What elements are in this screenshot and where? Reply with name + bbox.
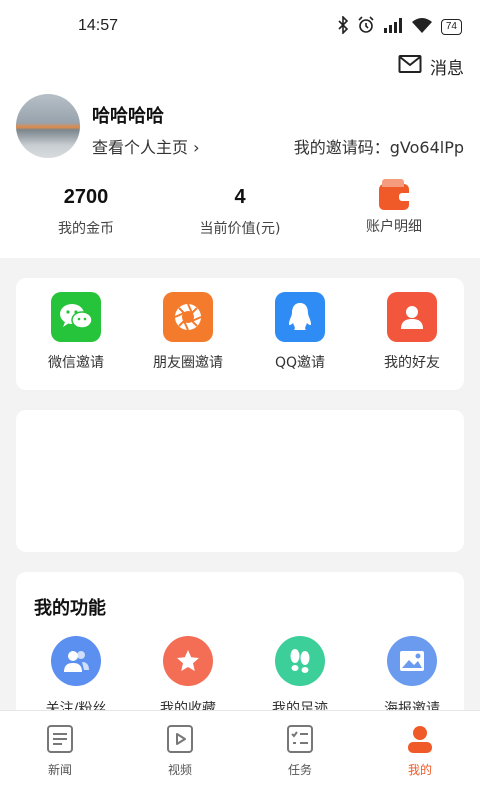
- tab-tasks[interactable]: 任务: [240, 723, 360, 778]
- tab-me[interactable]: 我的: [360, 723, 480, 778]
- function-poster-invite[interactable]: 海报邀请: [356, 636, 468, 718]
- coins-value: 2700: [63, 186, 109, 208]
- task-icon: [284, 723, 316, 755]
- tab-video[interactable]: 视频: [120, 723, 240, 778]
- user-name: 哈哈哈哈: [92, 106, 164, 127]
- wifi-icon: [411, 17, 433, 37]
- current-value: 4: [234, 186, 246, 208]
- followers-icon: [51, 636, 101, 686]
- tab-me-label: 我的: [407, 763, 432, 777]
- function-favorites[interactable]: 我的收藏: [132, 636, 244, 718]
- battery-indicator: 74: [440, 19, 462, 35]
- signal-icon: [383, 17, 403, 37]
- status-time: 14:57: [78, 17, 119, 34]
- bluetooth-icon: [337, 15, 349, 38]
- stat-coins[interactable]: 2700 我的金币: [6, 182, 166, 238]
- homepage-label: 查看个人主页: [92, 138, 189, 157]
- invite-share-card: 微信邀请 朋友圈邀请 QQ邀请 我的好友: [16, 278, 464, 390]
- status-bar: 14:57 74: [0, 0, 480, 52]
- tab-news[interactable]: 新闻: [0, 723, 120, 778]
- video-icon: [164, 723, 196, 755]
- status-icons: 74: [337, 15, 462, 38]
- function-footprints[interactable]: 我的足迹: [244, 636, 356, 718]
- footprint-icon: [275, 636, 325, 686]
- my-friends-label: 我的好友: [384, 355, 440, 371]
- stat-value[interactable]: 4 当前价值(元): [160, 182, 320, 238]
- coins-label: 我的金币: [58, 221, 114, 237]
- profile-header: 14:57 74 消息 哈哈哈哈 查看个人主页 › 我的邀请码：gVo64lPp…: [0, 0, 480, 258]
- bottom-tab-bar: 新闻 视频 任务 我的: [0, 710, 480, 800]
- current-value-label: 当前价值(元): [199, 221, 281, 237]
- chevron-right-icon: ›: [188, 138, 200, 157]
- tab-video-label: 视频: [167, 763, 192, 777]
- invite-code: 我的邀请码：gVo64lPp: [293, 138, 464, 157]
- blank-banner-card: [16, 410, 464, 552]
- account-details-label: 账户明细: [366, 219, 422, 235]
- share-moments[interactable]: 朋友圈邀请: [132, 292, 244, 372]
- function-followers[interactable]: 关注/粉丝: [20, 636, 132, 718]
- friend-icon: [387, 292, 437, 342]
- stats-row: 2700 我的金币 4 当前价值(元) 账户明细: [0, 179, 480, 246]
- alarm-icon: [357, 16, 375, 38]
- messages-label: 消息: [430, 59, 464, 79]
- stat-account-details[interactable]: 账户明细: [314, 179, 474, 236]
- mail-icon: [398, 54, 422, 79]
- my-functions-card: 我的功能 关注/粉丝 我的收藏 我的足迹 海报邀请: [16, 572, 464, 732]
- qq-icon: [275, 292, 325, 342]
- tab-tasks-label: 任务: [287, 763, 312, 777]
- tab-news-label: 新闻: [47, 763, 72, 777]
- share-qq-label: QQ邀请: [274, 355, 326, 371]
- star-icon: [163, 636, 213, 686]
- news-icon: [44, 723, 76, 755]
- profile-icon: [404, 723, 436, 755]
- share-wechat-label: 微信邀请: [48, 355, 104, 371]
- share-wechat[interactable]: 微信邀请: [20, 292, 132, 372]
- view-homepage-link[interactable]: 查看个人主页 ›: [92, 134, 200, 158]
- moments-icon: [163, 292, 213, 342]
- messages-button[interactable]: 消息: [398, 54, 464, 79]
- share-qq[interactable]: QQ邀请: [244, 292, 356, 372]
- wechat-icon: [51, 292, 101, 342]
- share-moments-label: 朋友圈邀请: [153, 355, 223, 371]
- my-friends[interactable]: 我的好友: [356, 292, 468, 372]
- functions-title: 我的功能: [34, 598, 106, 619]
- poster-icon: [387, 636, 437, 686]
- profile-section: 哈哈哈哈 查看个人主页 › 我的邀请码：gVo64lPp: [16, 94, 464, 160]
- wallet-icon: [379, 179, 409, 210]
- avatar[interactable]: [16, 94, 80, 158]
